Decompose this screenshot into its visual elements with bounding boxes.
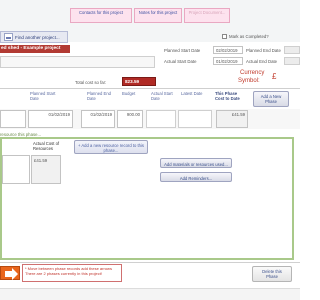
phase-name-field[interactable]	[0, 110, 26, 128]
tab-documents-label: Project Document...	[188, 10, 226, 15]
planned-end-field[interactable]	[284, 46, 300, 54]
footer-note-box: * Move between phase records add these a…	[22, 264, 122, 282]
find-project-icon[interactable]	[4, 33, 13, 41]
add-resource-label: + Add a new resource record to this phas…	[78, 143, 144, 153]
actual-end-field[interactable]	[284, 57, 300, 65]
project-title: ed shed - Example project	[1, 46, 61, 51]
phase-planned-start-value: 01/02/2019	[48, 112, 70, 117]
project-title-bar: ed shed - Example project	[0, 45, 70, 53]
col-actual-cost: Actual Cost of Resources	[33, 141, 60, 151]
add-reminders-label: Add Reminders...	[179, 176, 213, 181]
add-resource-button[interactable]: + Add a new resource record to this phas…	[74, 140, 148, 154]
phase-planned-end-field[interactable]: 01/02/2019	[81, 110, 115, 128]
resource-name-field[interactable]	[2, 155, 30, 184]
phase-actual-start-field[interactable]	[146, 110, 176, 128]
planned-end-label: Planned End Date	[246, 48, 281, 53]
tab-notes[interactable]: Notes for this project	[134, 8, 182, 23]
phase-latest-date-field[interactable]	[178, 110, 212, 128]
phase-budget-field[interactable]: 900.00	[117, 110, 143, 128]
add-phase-label: Add a New Phase	[260, 94, 282, 104]
planned-start-value: 02/02/2019	[216, 48, 238, 53]
add-reminders-button[interactable]: Add Reminders...	[160, 172, 232, 182]
add-materials-button[interactable]: Add materials or resources used...	[160, 158, 232, 168]
resource-cost-value: £41.59	[34, 158, 48, 163]
phase-cost-value: £41.59	[231, 112, 245, 117]
total-cost-box: 823.59	[122, 77, 156, 86]
phase-budget-value: 900.00	[126, 112, 140, 117]
planned-start-field[interactable]: 02/02/2019	[213, 46, 243, 54]
col-planned-end: Planned End Date	[87, 91, 111, 101]
delete-phase-button[interactable]: Delete this Phase	[252, 266, 292, 282]
col-actual-start: Actual Start Date	[151, 91, 173, 101]
col-planned-start: Planned Start Date	[30, 91, 56, 101]
phase-planned-end-value: 01/02/2019	[90, 112, 112, 117]
add-materials-label: Add materials or resources used...	[164, 162, 228, 167]
find-project-button[interactable]: Find another project...	[15, 35, 60, 40]
tab-documents[interactable]: Project Document...	[184, 8, 230, 23]
planned-start-label: Planned Start Date	[164, 48, 201, 53]
resource-cost-field: £41.59	[31, 155, 61, 184]
delete-phase-label: Delete this Phase	[262, 269, 282, 279]
total-cost-label: Total cost so far:	[75, 80, 107, 85]
actual-start-label: Actual Start Date	[164, 59, 197, 64]
find-project-bar: Find another project...	[0, 31, 68, 43]
tab-contacts[interactable]: Contacts for this project	[70, 8, 132, 23]
project-name-field[interactable]	[0, 56, 155, 68]
currency-symbol-label: Symbol:	[238, 78, 260, 84]
next-phase-arrow-icon[interactable]	[0, 266, 20, 280]
add-phase-button[interactable]: Add a New Phase	[253, 91, 289, 107]
phase-cost-field: £41.59	[216, 110, 248, 128]
actual-start-value: 01/02/2019	[216, 59, 238, 64]
footer-note: * Move between phase records add these a…	[25, 266, 112, 276]
actual-end-label: Actual End Date	[246, 59, 278, 64]
completed-checkbox[interactable]	[222, 34, 227, 39]
footer-separator	[0, 262, 300, 263]
total-cost-value: 823.59	[125, 79, 140, 84]
col-budget: Budget	[122, 91, 136, 96]
status-bar	[0, 288, 300, 300]
tab-contacts-label: Contacts for this project	[79, 10, 123, 15]
tab-notes-label: Notes for this project	[138, 10, 178, 15]
currency-label: Currency	[240, 70, 265, 76]
separator	[0, 88, 300, 89]
currency-symbol: £	[272, 72, 277, 81]
phase-planned-start-field[interactable]: 01/02/2019	[28, 110, 73, 128]
completed-label: Mark as Completed?	[229, 34, 269, 39]
col-latest-date: Latest Date	[181, 91, 203, 96]
col-phase-cost: This Phase Cost to Date	[215, 91, 240, 101]
actual-start-field[interactable]: 01/02/2019	[213, 57, 243, 65]
